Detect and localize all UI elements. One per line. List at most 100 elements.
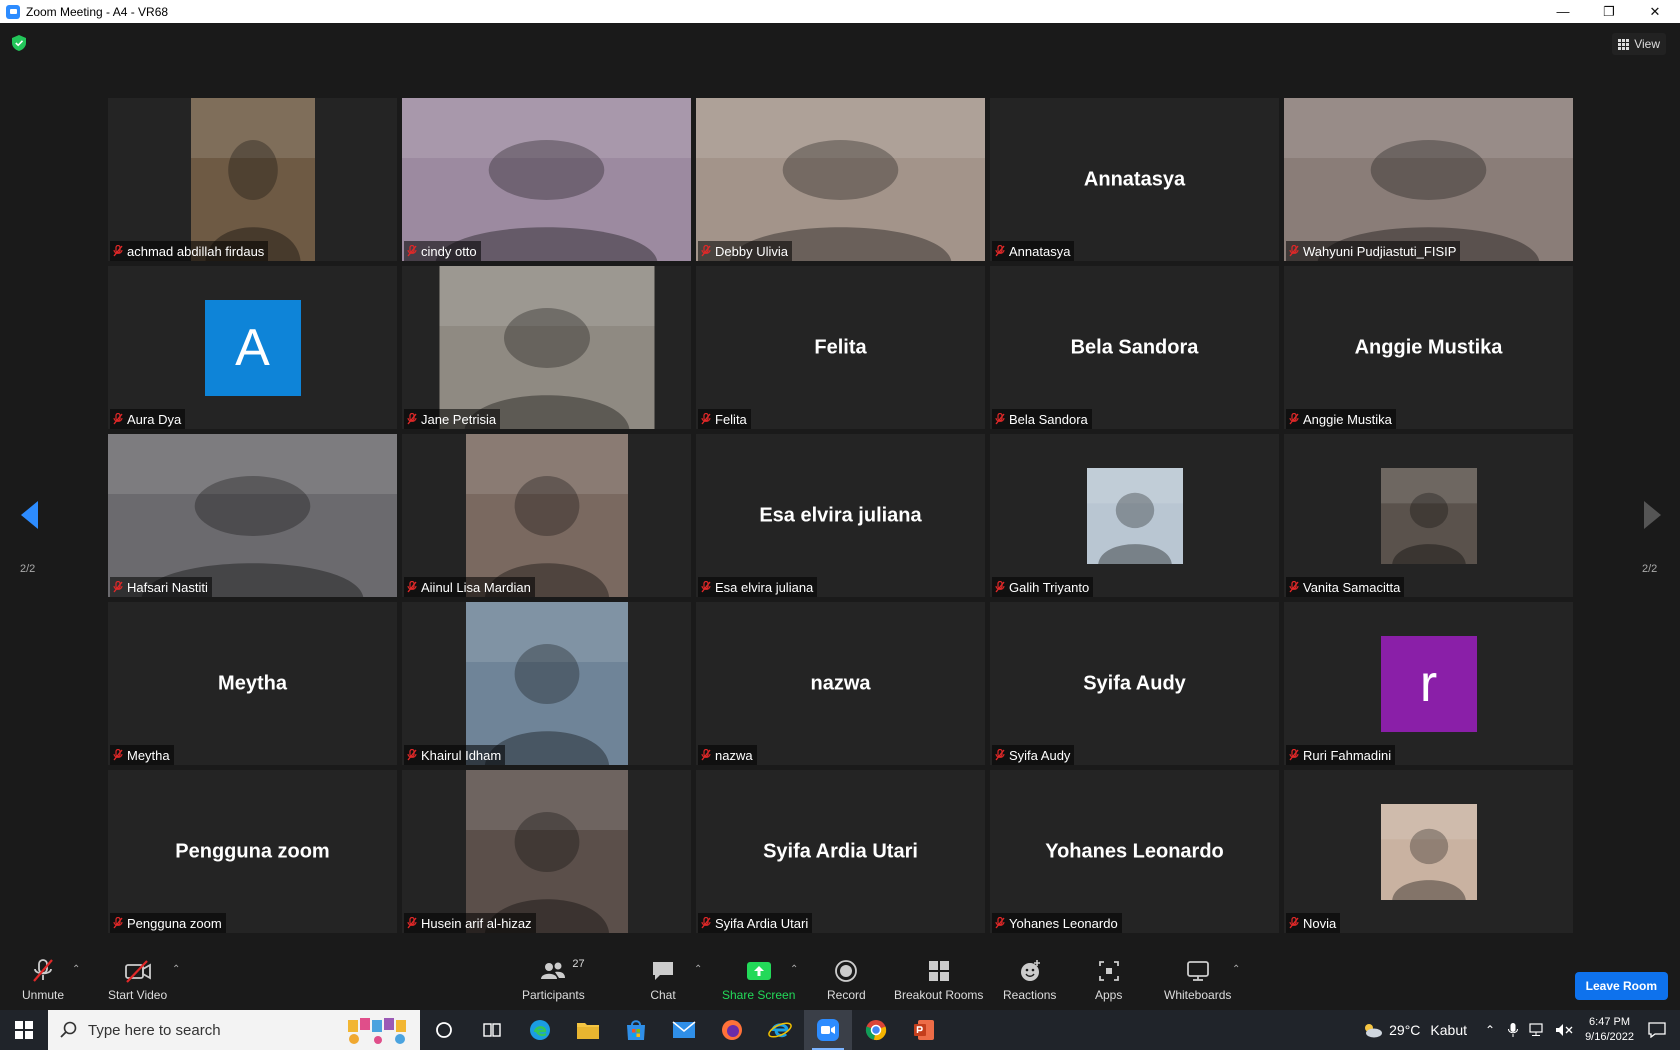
share-screen-button[interactable]: Share Screen <box>722 958 795 1006</box>
next-page-arrow-icon[interactable] <box>1640 499 1664 531</box>
encryption-shield-icon[interactable] <box>12 35 26 51</box>
participant-name: Syifa Audy <box>1009 747 1071 763</box>
participant-tile[interactable]: Annatasya Annatasya <box>990 98 1279 261</box>
weather-temperature[interactable]: 29°C <box>1389 1022 1420 1038</box>
task-view-button[interactable] <box>468 1010 516 1050</box>
participant-name-label: Syifa Ardia Utari <box>698 913 813 933</box>
participant-name-label: Hafsari Nastiti <box>110 577 212 597</box>
muted-microphone-icon <box>1289 917 1299 929</box>
breakout-rooms-label: Breakout Rooms <box>894 988 984 1002</box>
participant-tile[interactable]: Esa elvira juliana Esa elvira juliana <box>696 434 985 597</box>
participant-name: Husein arif al-hizaz <box>421 915 532 931</box>
start-video-button[interactable]: Start Video <box>108 958 167 1006</box>
participant-tile[interactable]: Felita Felita <box>696 266 985 429</box>
apps-button[interactable]: Apps <box>1095 958 1122 1006</box>
participant-tile[interactable]: r Ruri Fahmadini <box>1284 602 1573 765</box>
participant-tile[interactable]: Anggie Mustika Anggie Mustika <box>1284 266 1573 429</box>
taskbar-mail[interactable] <box>660 1010 708 1050</box>
participant-profile-photo <box>1380 467 1477 564</box>
leave-room-button[interactable]: Leave Room <box>1574 972 1668 1000</box>
participant-name-label: Husein arif al-hizaz <box>404 913 536 933</box>
record-icon <box>835 960 858 982</box>
show-hidden-icons-caret-icon[interactable]: ⌃ <box>1485 1023 1495 1037</box>
participant-name: Jane Petrisia <box>421 411 497 427</box>
breakout-rooms-button[interactable]: Breakout Rooms <box>894 958 983 1006</box>
network-icon[interactable] <box>1529 1023 1545 1037</box>
participant-tile[interactable]: Debby Ulivia <box>696 98 985 261</box>
view-button[interactable]: View <box>1612 33 1666 55</box>
taskbar-edge[interactable] <box>516 1010 564 1050</box>
taskbar-chrome[interactable] <box>852 1010 900 1050</box>
restore-button[interactable]: ❐ <box>1586 0 1632 23</box>
participant-name: Bela Sandora <box>1009 411 1088 427</box>
participant-tile[interactable]: cindy otto <box>402 98 691 261</box>
taskbar-firefox[interactable] <box>708 1010 756 1050</box>
cortana-button[interactable] <box>420 1010 468 1050</box>
video-options-caret-icon[interactable]: ⌃ <box>172 964 180 975</box>
participant-name-label: Jane Petrisia <box>404 409 501 429</box>
participant-name: Meytha <box>127 747 170 763</box>
muted-microphone-icon <box>995 917 1005 929</box>
previous-page-arrow-icon[interactable] <box>18 499 42 531</box>
participant-tile[interactable]: Yohanes Leonardo Yohanes Leonardo <box>990 770 1279 933</box>
participants-button[interactable]: 27 Participants <box>522 958 585 1006</box>
participant-video-feed <box>696 98 985 261</box>
meeting-toolbar: Unmute ⌃ Start Video ⌃ 27 Participants C… <box>0 940 1680 1010</box>
window-title: Zoom Meeting - A4 - VR68 <box>26 4 169 19</box>
taskbar-store[interactable] <box>612 1010 660 1050</box>
whiteboards-label: Whiteboards <box>1164 988 1232 1002</box>
participant-display-name: Felita <box>814 336 867 358</box>
whiteboard-options-caret-icon[interactable]: ⌃ <box>1232 964 1240 975</box>
participant-tile[interactable]: Novia <box>1284 770 1573 933</box>
participant-tile[interactable]: A Aura Dya <box>108 266 397 429</box>
audio-options-caret-icon[interactable]: ⌃ <box>72 964 80 975</box>
muted-microphone-icon <box>407 917 417 929</box>
search-icon <box>60 1021 77 1038</box>
muted-microphone-icon <box>995 413 1005 425</box>
taskbar-zoom[interactable] <box>804 1010 852 1050</box>
participant-tile[interactable]: Khairul Idham <box>402 602 691 765</box>
taskbar-clock[interactable]: 6:47 PM 9/16/2022 <box>1585 1015 1634 1045</box>
unmute-button[interactable]: Unmute <box>22 958 64 1006</box>
participant-tile[interactable]: Pengguna zoom Pengguna zoom <box>108 770 397 933</box>
participant-tile[interactable]: Syifa Audy Syifa Audy <box>990 602 1279 765</box>
chat-options-caret-icon[interactable]: ⌃ <box>694 964 702 975</box>
volume-muted-icon[interactable] <box>1555 1023 1573 1037</box>
participant-tile[interactable]: nazwa nazwa <box>696 602 985 765</box>
participant-tile[interactable]: Meytha Meytha <box>108 602 397 765</box>
participant-tile[interactable]: Husein arif al-hizaz <box>402 770 691 933</box>
participant-name: Yohanes Leonardo <box>1009 915 1118 931</box>
notifications-icon[interactable] <box>1648 1022 1666 1038</box>
participant-tile[interactable]: Wahyuni Pudjiastuti_FISIP <box>1284 98 1573 261</box>
participant-tile[interactable]: Hafsari Nastiti <box>108 434 397 597</box>
minimize-button[interactable]: — <box>1540 0 1586 23</box>
taskbar-powerpoint[interactable] <box>900 1010 948 1050</box>
start-button[interactable] <box>0 1010 48 1050</box>
taskbar-internet-explorer[interactable] <box>756 1010 804 1050</box>
muted-microphone-icon <box>407 749 417 761</box>
record-button[interactable]: Record <box>827 958 866 1006</box>
taskbar-file-explorer[interactable] <box>564 1010 612 1050</box>
participant-tile[interactable]: Galih Triyanto <box>990 434 1279 597</box>
whiteboards-button[interactable]: Whiteboards <box>1164 958 1231 1006</box>
close-button[interactable]: ✕ <box>1632 0 1678 23</box>
windows-taskbar: Type here to search 29°C Kabut ⌃ 6:47 PM… <box>0 1010 1680 1050</box>
apps-label: Apps <box>1095 988 1123 1002</box>
weather-condition[interactable]: Kabut <box>1430 1022 1467 1038</box>
participant-tile[interactable]: achmad abdillah firdaus <box>108 98 397 261</box>
participant-video-feed <box>465 770 628 933</box>
participant-tile[interactable]: Syifa Ardia Utari Syifa Ardia Utari <box>696 770 985 933</box>
participant-tile[interactable]: Vanita Samacitta <box>1284 434 1573 597</box>
participant-name-label: Felita <box>698 409 751 429</box>
participant-tile[interactable]: Aiinul Lisa Mardian <box>402 434 691 597</box>
tray-microphone-icon[interactable] <box>1507 1022 1519 1038</box>
muted-microphone-icon <box>113 581 123 593</box>
participant-display-name: Bela Sandora <box>1070 336 1199 358</box>
share-options-caret-icon[interactable]: ⌃ <box>790 964 798 975</box>
reactions-button[interactable]: Reactions <box>1003 958 1056 1006</box>
participant-name: Debby Ulivia <box>715 243 788 259</box>
taskbar-search-box[interactable]: Type here to search <box>48 1010 420 1050</box>
participant-tile[interactable]: Jane Petrisia <box>402 266 691 429</box>
participant-tile[interactable]: Bela Sandora Bela Sandora <box>990 266 1279 429</box>
chat-button[interactable]: Chat <box>650 958 676 1006</box>
